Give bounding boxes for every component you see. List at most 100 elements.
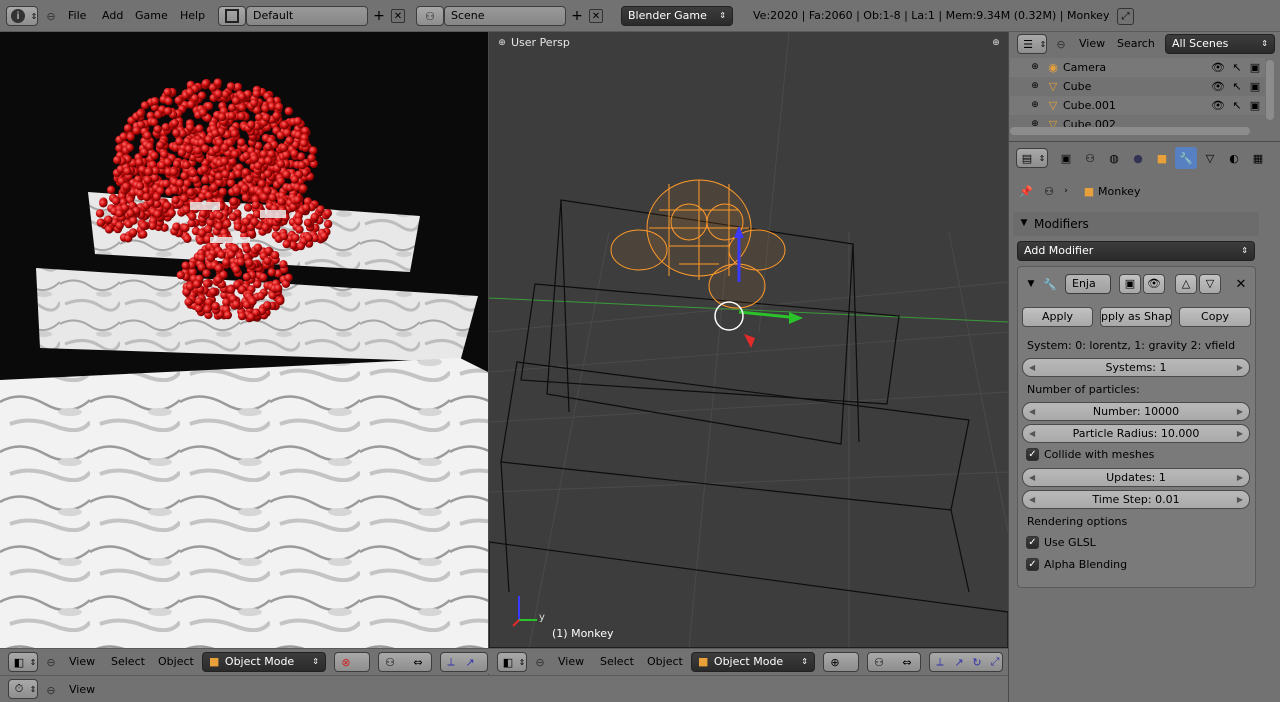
collapse-menu-icon[interactable]: ⊖ <box>44 655 58 669</box>
number-slider[interactable]: ◀ Number: 10000 ▶ <box>1022 402 1250 421</box>
render-icon[interactable]: ▣ <box>1248 60 1262 74</box>
outliner-editor-type-button[interactable]: ☰ ⇕ <box>1017 34 1047 54</box>
menu-file[interactable]: File <box>68 8 86 24</box>
scene-selector-button[interactable]: ⚇ <box>416 6 444 26</box>
add-scene-icon[interactable]: + <box>570 8 584 24</box>
outliner-row-cube-002[interactable]: ⊕ ▽ Cube.002 <box>1010 115 1265 127</box>
mode-dropdown[interactable]: ■ Object Mode ⇕ <box>202 652 326 672</box>
view-menu[interactable]: View <box>558 654 584 670</box>
alpha-blending-checkbox[interactable]: ✓ <box>1026 558 1039 571</box>
modifier-name-field[interactable]: Enja <box>1065 274 1111 294</box>
decrement-icon[interactable]: ◀ <box>1029 469 1035 486</box>
eye-icon[interactable]: 👁 <box>1211 79 1225 93</box>
menu-help[interactable]: Help <box>180 8 205 24</box>
outliner-item-label[interactable]: Cube.002 <box>1063 117 1116 127</box>
move-up-button[interactable]: △ <box>1175 274 1197 294</box>
3d-viewport[interactable]: ⊕ User Persp ⊕ y (1) Monkey <box>489 32 1008 648</box>
editor-type-info-button[interactable]: i ⇕ <box>6 6 38 26</box>
select-menu[interactable]: Select <box>600 654 634 670</box>
eye-icon[interactable]: 👁 <box>1211 98 1225 112</box>
increment-icon[interactable]: ▶ <box>1237 469 1243 486</box>
increment-icon[interactable]: ▶ <box>1237 359 1243 376</box>
game-render-viewport[interactable] <box>0 32 488 648</box>
render-layers-tab-icon[interactable]: ⚇ <box>1083 151 1097 165</box>
outliner-hscrollbar[interactable] <box>1010 127 1250 135</box>
collide-checkbox[interactable]: ✓ <box>1026 448 1039 461</box>
render-tab-icon[interactable]: ▣ <box>1059 151 1073 165</box>
outliner-item-label[interactable]: Cube <box>1063 79 1091 95</box>
object-menu[interactable]: Object <box>158 654 194 670</box>
view-divider[interactable] <box>488 32 489 675</box>
cursor-icon[interactable]: ↖ <box>1230 98 1244 112</box>
modifiers-tab-icon[interactable]: 🔧 <box>1175 147 1197 169</box>
timeline-view-menu[interactable]: View <box>69 682 95 698</box>
remove-modifier-icon[interactable]: ✕ <box>1234 277 1248 292</box>
scene-tab-icon[interactable]: ◍ <box>1107 151 1121 165</box>
shading-dropdown[interactable]: ⊗ <box>334 652 370 672</box>
manipulator-buttons[interactable]: ⟂ ↗ <box>440 652 488 672</box>
delete-scene-icon[interactable]: ✕ <box>589 9 603 23</box>
texture-tab-icon[interactable]: ▦ <box>1251 151 1265 165</box>
expand-icon[interactable]: ⊕ <box>1028 60 1042 74</box>
world-tab-icon[interactable]: ● <box>1131 151 1145 165</box>
outliner-vscrollbar[interactable] <box>1266 60 1274 120</box>
outliner-row-cube[interactable]: ⊕ ▽ Cube 👁 ↖ ▣ <box>1010 77 1265 96</box>
add-layout-icon[interactable]: + <box>372 8 386 24</box>
delete-layout-icon[interactable]: ✕ <box>391 9 405 23</box>
increment-icon[interactable]: ▶ <box>1237 403 1243 420</box>
pivot-dropdown[interactable]: ⚇ ⇔ <box>867 652 921 672</box>
view-menu[interactable]: View <box>69 654 95 670</box>
collapse-menu-icon[interactable]: ⊖ <box>44 9 58 23</box>
modifiers-panel-header[interactable]: ▼ Modifiers <box>1013 212 1259 236</box>
expand-icon[interactable]: ⊕ <box>1028 79 1042 93</box>
outliner-item-label[interactable]: Cube.001 <box>1063 98 1116 114</box>
render-icon[interactable]: ▣ <box>1248 79 1262 93</box>
object-menu[interactable]: Object <box>647 654 683 670</box>
apply-as-shape-button[interactable]: pply as Shap <box>1100 307 1172 327</box>
menu-add[interactable]: Add <box>102 8 123 24</box>
increment-icon[interactable]: ▶ <box>1237 491 1243 508</box>
outliner-filter-dropdown[interactable]: All Scenes ⇕ <box>1165 34 1275 54</box>
viewport-toggle-button[interactable]: 👁 <box>1143 274 1165 294</box>
expand-icon[interactable]: ⊕ <box>1028 117 1042 127</box>
outliner-row-cube-001[interactable]: ⊕ ▽ Cube.001 👁 ↖ ▣ <box>1010 96 1265 115</box>
layout-name-field[interactable]: Default <box>246 6 368 26</box>
outliner-search-menu[interactable]: Search <box>1117 36 1155 52</box>
editor-type-button[interactable]: ◧ ⇕ <box>497 652 527 672</box>
copy-button[interactable]: Copy <box>1179 307 1251 327</box>
collapse-triangle-icon[interactable]: ▼ <box>1024 277 1038 291</box>
data-tab-icon[interactable]: ▽ <box>1203 151 1217 165</box>
pin-icon[interactable]: 📌 <box>1019 184 1033 198</box>
move-down-button[interactable]: ▽ <box>1199 274 1221 294</box>
timestep-slider[interactable]: ◀ Time Step: 0.01 ▶ <box>1022 490 1250 509</box>
render-icon[interactable]: ▣ <box>1248 98 1262 112</box>
outliner-view-menu[interactable]: View <box>1079 36 1105 52</box>
render-toggle-button[interactable]: ▣ <box>1119 274 1141 294</box>
apply-button[interactable]: Apply <box>1022 307 1093 327</box>
decrement-icon[interactable]: ◀ <box>1029 403 1035 420</box>
fullscreen-icon[interactable]: ⤢ <box>1117 8 1134 25</box>
manipulator-buttons[interactable]: ⟂ ↗ ↻ ⤢ <box>929 652 1003 672</box>
outliner-props-divider[interactable] <box>1009 141 1280 142</box>
render-engine-dropdown[interactable]: Blender Game ⇕ <box>621 6 733 26</box>
properties-editor-type-button[interactable]: ▤ ⇕ <box>1016 148 1048 168</box>
scene-name-field[interactable]: Scene <box>444 6 566 26</box>
increment-icon[interactable]: ▶ <box>1237 425 1243 442</box>
collapse-menu-icon[interactable]: ⊖ <box>1054 37 1068 51</box>
collapse-menu-icon[interactable]: ⊖ <box>533 655 547 669</box>
select-menu[interactable]: Select <box>111 654 145 670</box>
mode-dropdown[interactable]: ■ Object Mode ⇕ <box>691 652 815 672</box>
collapse-menu-icon[interactable]: ⊖ <box>44 683 58 697</box>
shading-dropdown[interactable]: ⊕ <box>823 652 859 672</box>
cursor-icon[interactable]: ↖ <box>1230 79 1244 93</box>
cursor-icon[interactable]: ↖ <box>1230 60 1244 74</box>
particle-radius-slider[interactable]: ◀ Particle Radius: 10.000 ▶ <box>1022 424 1250 443</box>
decrement-icon[interactable]: ◀ <box>1029 359 1035 376</box>
object-tab-icon[interactable]: ■ <box>1155 151 1169 165</box>
material-tab-icon[interactable]: ◐ <box>1227 151 1241 165</box>
updates-slider[interactable]: ◀ Updates: 1 ▶ <box>1022 468 1250 487</box>
add-modifier-dropdown[interactable]: Add Modifier ⇕ <box>1017 241 1255 261</box>
outliner-item-label[interactable]: Camera <box>1063 60 1106 76</box>
expand-icon[interactable]: ⊕ <box>1028 98 1042 112</box>
editor-type-button[interactable]: ◧ ⇕ <box>8 652 38 672</box>
